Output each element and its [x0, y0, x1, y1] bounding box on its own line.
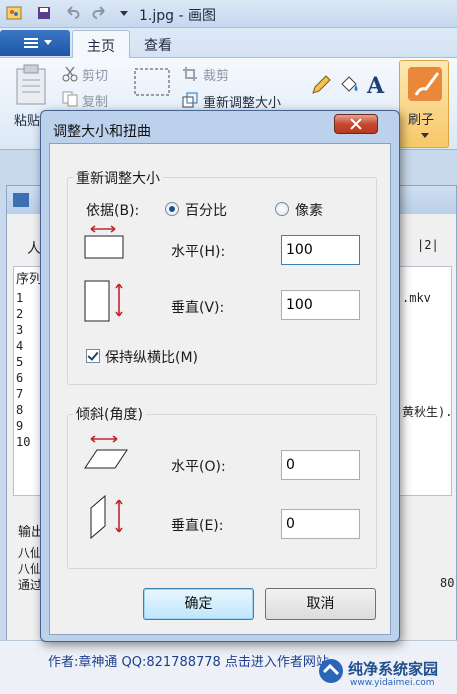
keep-ratio-checkbox[interactable] [86, 349, 100, 363]
row1-text: .mkv [402, 291, 431, 305]
bg-tab-right[interactable]: |2| [417, 238, 439, 252]
window-title: 1.jpg - 画图 [139, 8, 216, 24]
redo-icon[interactable] [92, 5, 108, 21]
watermark-name: 纯净系统家园 [348, 660, 439, 678]
skew-group-label: 倾斜(角度) [73, 404, 146, 424]
chevron-down-icon [421, 133, 429, 138]
tab-view[interactable]: 查看 [130, 30, 186, 58]
skew-horizontal-icon [84, 435, 128, 469]
list-item[interactable]: 9 [16, 419, 23, 433]
watermark-url: www.yidaimei.com [350, 678, 435, 688]
list-item[interactable]: 7 [16, 387, 23, 401]
watermark-logo-icon [319, 659, 343, 683]
watermark: 纯净系统家园 www.yidaimei.com [318, 656, 454, 692]
cut-icon[interactable] [62, 66, 78, 82]
chevron-down-icon [44, 40, 52, 45]
output-line: 八仙 [18, 562, 43, 576]
resize-skew-dialog: 调整大小和扭曲 重新调整大小 依据(B): 百分比 像素 水平(H): 垂直(V… [40, 110, 400, 642]
ribbon-tab-bar: 主页 查看 [0, 28, 457, 59]
list-item[interactable]: 4 [16, 339, 23, 353]
dialog-title: 调整大小和扭曲 [53, 124, 151, 140]
vertical-resize-input[interactable] [281, 290, 360, 320]
list-item[interactable]: 8 [16, 403, 23, 417]
output-line: 八仙 [18, 546, 43, 560]
crop-icon[interactable] [182, 66, 198, 82]
list-item[interactable]: 2 [16, 307, 23, 321]
list-item[interactable]: 1 [16, 291, 23, 305]
output-line: 通过 [18, 578, 43, 592]
keep-ratio-label[interactable]: 保持纵横比(M) [105, 347, 198, 367]
dialog-client: 重新调整大小 依据(B): 百分比 像素 水平(H): 垂直(V): 保持纵横比… [49, 143, 391, 635]
output-number: 80 [440, 576, 455, 590]
horizontal-resize-input[interactable] [281, 235, 360, 265]
fill-bucket-icon[interactable] [338, 74, 360, 96]
skew-vertical-icon [90, 494, 123, 540]
ok-button[interactable]: 确定 [143, 588, 254, 620]
copy-label[interactable]: 复制 [82, 91, 108, 110]
row8-text: 黄秋生). [402, 405, 453, 419]
svg-text:A: A [366, 73, 385, 96]
paste-label[interactable]: 粘贴 [14, 110, 40, 129]
skew-horizontal-label: 水平(O): [171, 459, 226, 475]
resize-vertical-icon [84, 280, 123, 322]
undo-icon[interactable] [64, 5, 80, 21]
cancel-button[interactable]: 取消 [265, 588, 376, 620]
close-button[interactable] [334, 114, 378, 134]
list-item[interactable]: 6 [16, 371, 23, 385]
brush-label: 刷子 [408, 113, 435, 128]
crop-label[interactable]: 裁剪 [203, 65, 229, 84]
skew-vertical-input[interactable] [281, 509, 360, 539]
list-item[interactable]: 3 [16, 323, 23, 337]
tab-home[interactable]: 主页 [72, 30, 130, 59]
list-header: 序列 [16, 272, 43, 287]
bg-tab-left[interactable]: 人 [27, 238, 41, 258]
vertical-label: 垂直(V): [171, 300, 225, 316]
paint-app-icon [6, 6, 22, 20]
resize-group-label: 重新调整大小 [73, 168, 163, 188]
text-tool-icon[interactable]: A [364, 72, 388, 96]
pixels-radio[interactable] [275, 202, 289, 216]
pixels-label[interactable]: 像素 [295, 200, 323, 220]
list-item[interactable]: 10 [16, 435, 30, 449]
horizontal-label: 水平(H): [171, 244, 226, 260]
resize-label[interactable]: 重新调整大小 [203, 92, 281, 111]
footer-text[interactable]: 作者:章神通 QQ:821788778 点击进入作者网站 [48, 651, 329, 670]
window-titlebar: 1.jpg - 画图 [0, 0, 457, 28]
resize-horizontal-icon [84, 225, 124, 259]
list-item[interactable]: 5 [16, 355, 23, 369]
by-label: 依据(B): [86, 203, 140, 219]
quick-access-dropdown-icon[interactable] [116, 5, 132, 21]
resize-icon[interactable] [182, 92, 198, 108]
select-icon[interactable] [134, 68, 170, 96]
paste-icon[interactable] [14, 64, 48, 106]
brush-button[interactable]: 刷子 [399, 60, 449, 148]
app-menu-button[interactable] [0, 30, 70, 56]
pencil-icon[interactable] [310, 74, 332, 96]
percent-label[interactable]: 百分比 [185, 200, 227, 220]
skew-vertical-label: 垂直(E): [171, 518, 224, 534]
percent-radio[interactable] [165, 202, 179, 216]
copy-icon[interactable] [62, 91, 78, 107]
cut-label[interactable]: 剪切 [82, 65, 108, 84]
skew-horizontal-input[interactable] [281, 450, 360, 480]
app-logo-icon [13, 193, 29, 207]
save-icon[interactable] [36, 5, 52, 21]
brush-icon [408, 67, 442, 101]
